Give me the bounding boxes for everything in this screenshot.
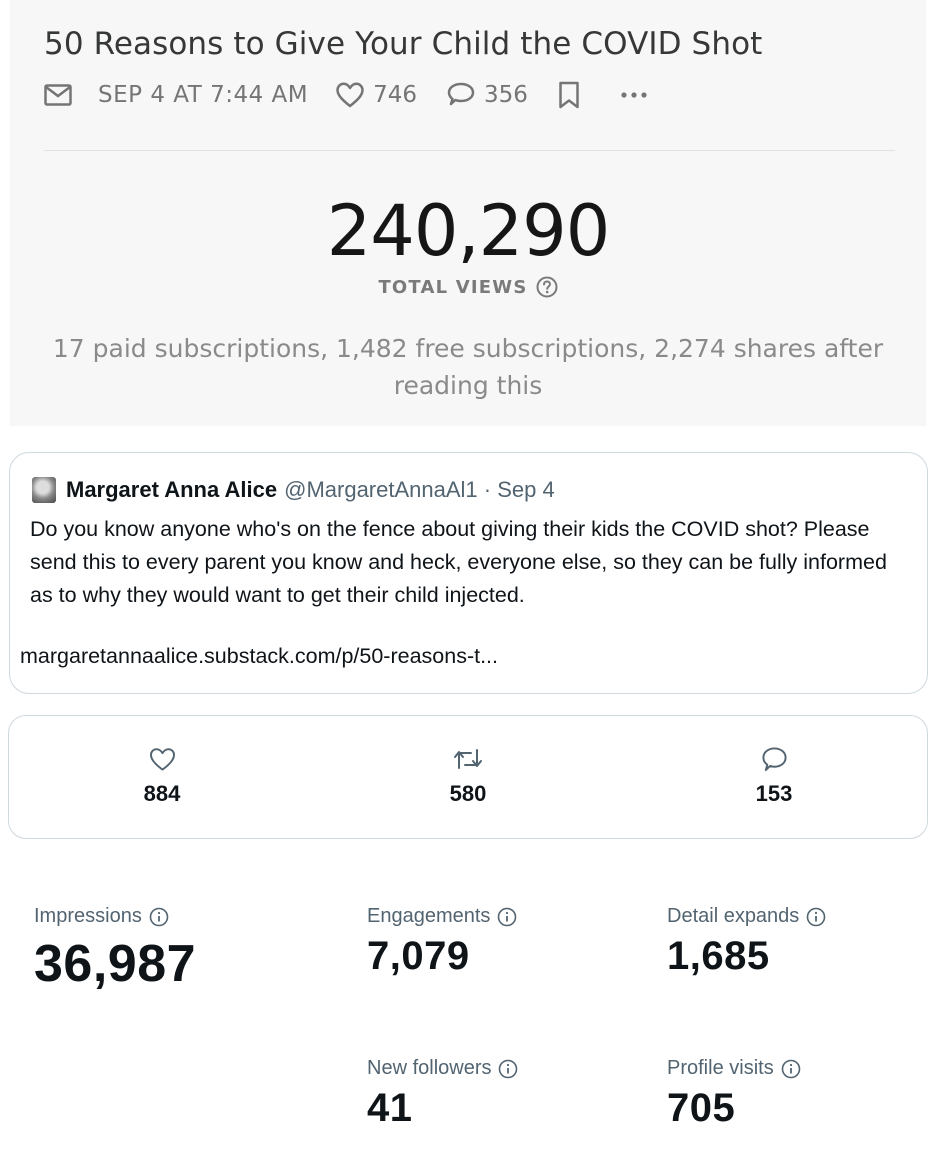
profile-visits-value: 705: [667, 1086, 736, 1130]
heart-icon[interactable]: [336, 82, 364, 108]
detail-expands-metric: Detail expands 1,685: [667, 905, 826, 979]
impressions-metric: Impressions 36,987: [34, 905, 196, 994]
info-icon[interactable]: [497, 907, 517, 927]
retweet-icon[interactable]: [453, 744, 483, 774]
replies-count: 153: [755, 781, 793, 806]
total-views-label: TOTAL VIEWS: [10, 276, 926, 298]
bookmark-icon[interactable]: [558, 81, 580, 109]
tweet-handle[interactable]: @MargaretAnnaAl1 · Sep 4: [284, 477, 555, 503]
impressions-label: Impressions: [34, 905, 142, 927]
mail-icon[interactable]: [44, 84, 72, 106]
profile-visits-metric: Profile visits 705: [667, 1057, 801, 1131]
likes-count: 884: [143, 781, 181, 806]
heart-icon[interactable]: [149, 744, 176, 774]
tweet-header: Margaret Anna Alice @MargaretAnnaAl1 · S…: [32, 477, 555, 503]
profile-visits-label: Profile visits: [667, 1057, 774, 1079]
question-circle-icon[interactable]: [536, 276, 558, 298]
detail-expands-value: 1,685: [667, 934, 770, 978]
info-icon[interactable]: [498, 1059, 518, 1079]
engagements-value: 7,079: [367, 934, 470, 978]
subscriptions-summary: 17 paid subscriptions, 1,482 free subscr…: [52, 334, 884, 400]
engagements-metric: Engagements 7,079: [367, 905, 517, 979]
tweet-text: Do you know anyone who's on the fence ab…: [30, 517, 887, 607]
replies-stat[interactable]: 153: [714, 744, 834, 807]
engagements-label: Engagements: [367, 905, 491, 927]
info-icon[interactable]: [781, 1059, 801, 1079]
engagement-card: 884 580 153: [8, 715, 928, 839]
post-comments-count: 356: [484, 82, 528, 108]
tweet-link[interactable]: margaretannaalice.substack.com/p/50-reas…: [20, 644, 498, 669]
new-followers-value: 41: [367, 1086, 413, 1130]
avatar[interactable]: [32, 477, 56, 503]
new-followers-label: New followers: [367, 1057, 492, 1079]
post-date: SEP 4 AT 7:44 AM: [98, 82, 309, 108]
comment-icon[interactable]: [761, 744, 788, 774]
retweets-count: 580: [449, 781, 487, 806]
post-likes-count: 746: [373, 82, 418, 108]
likes-stat[interactable]: 884: [102, 744, 222, 807]
info-icon[interactable]: [806, 907, 826, 927]
new-followers-metric: New followers 41: [367, 1057, 518, 1131]
detail-expands-label: Detail expands: [667, 905, 800, 927]
retweets-stat[interactable]: 580: [408, 744, 528, 807]
tweet-author[interactable]: Margaret Anna Alice: [66, 477, 277, 503]
total-views-label-text: TOTAL VIEWS: [378, 276, 528, 298]
post-stats-panel: 50 Reasons to Give Your Child the COVID …: [10, 0, 926, 426]
divider: [44, 150, 895, 151]
more-icon[interactable]: [620, 91, 648, 99]
post-meta-row: SEP 4 AT 7:44 AM 746 356: [44, 78, 648, 112]
info-icon[interactable]: [149, 907, 169, 927]
comment-icon[interactable]: [447, 82, 475, 108]
impressions-value: 36,987: [34, 935, 197, 993]
post-title[interactable]: 50 Reasons to Give Your Child the COVID …: [44, 26, 762, 62]
total-views-count: 240,290: [326, 190, 610, 272]
